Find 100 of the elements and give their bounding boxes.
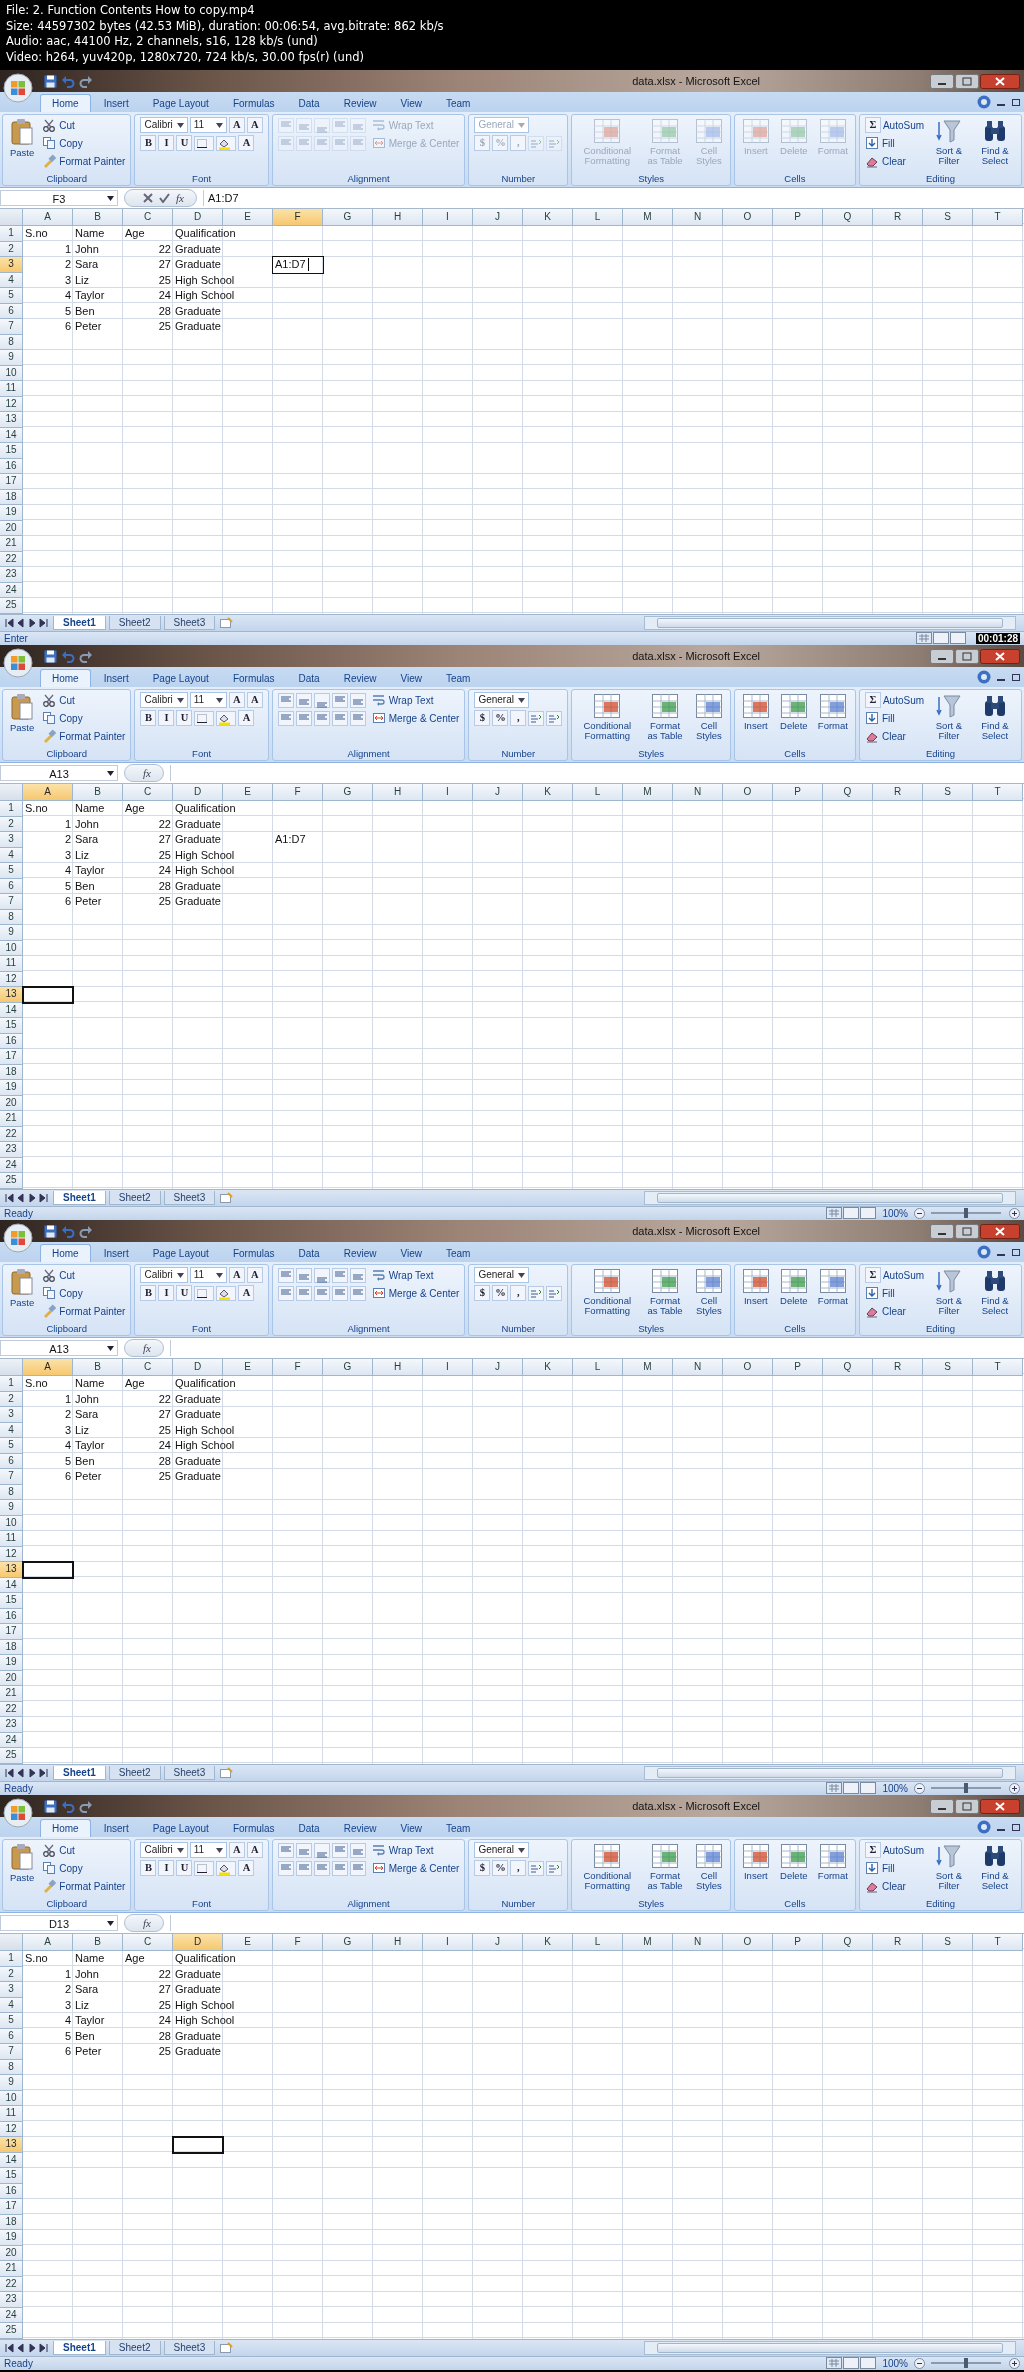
- align-lines-icon[interactable]: [277, 692, 294, 708]
- active-cell-border[interactable]: [22, 1561, 74, 1579]
- dropdown-field[interactable]: 11: [189, 692, 227, 708]
- font-style-button[interactable]: B: [140, 710, 157, 726]
- horizontal-scrollbar[interactable]: [644, 1190, 1016, 1205]
- row-header[interactable]: 1: [0, 1376, 23, 1392]
- row-header[interactable]: 11: [0, 1531, 23, 1547]
- name-box[interactable]: D13: [0, 1915, 118, 1931]
- maximize-icon[interactable]: [955, 73, 979, 89]
- column-header[interactable]: J: [473, 209, 523, 226]
- row-header[interactable]: 9: [0, 1500, 23, 1516]
- column-header[interactable]: F: [273, 784, 323, 801]
- font-style-button[interactable]: A: [246, 1267, 263, 1283]
- ribbon-button[interactable]: Merge & Center: [371, 1286, 460, 1300]
- close-icon[interactable]: [980, 1798, 1020, 1814]
- ribbon-button[interactable]: Fill: [864, 711, 895, 725]
- ribbon-button[interactable]: Merge & Center: [371, 1861, 460, 1875]
- align-lines-icon[interactable]: [331, 1267, 348, 1283]
- zoom-out-icon[interactable]: [914, 1782, 925, 1794]
- row-header[interactable]: 15: [0, 1593, 23, 1609]
- font-style-button[interactable]: B: [140, 1860, 157, 1876]
- align-lines-icon[interactable]: [295, 1285, 312, 1301]
- column-header[interactable]: M: [623, 784, 673, 801]
- column-header[interactable]: A: [23, 209, 73, 226]
- zoom-level-text[interactable]: 100%: [882, 1782, 908, 1794]
- horizontal-scrollbar[interactable]: [644, 2340, 1016, 2355]
- minimize-icon[interactable]: [930, 73, 954, 89]
- zoom-out-icon[interactable]: [914, 1207, 925, 1219]
- align-lines-icon[interactable]: [277, 1860, 294, 1876]
- column-header[interactable]: B: [73, 1359, 123, 1376]
- ribbon-button[interactable]: Fill: [864, 1861, 895, 1875]
- column-header[interactable]: S: [923, 1934, 973, 1951]
- ribbon-button[interactable]: AutoSum: [882, 1844, 925, 1856]
- save-icon[interactable]: [44, 74, 57, 88]
- dropdown-field[interactable]: 11: [189, 1842, 227, 1858]
- column-header[interactable]: R: [873, 1359, 923, 1376]
- font-style-button[interactable]: U: [176, 1860, 193, 1876]
- font-style-button[interactable]: B: [140, 135, 157, 151]
- font-style-button[interactable]: A: [238, 1860, 255, 1876]
- help-icon[interactable]: [977, 670, 991, 684]
- ribbon-button[interactable]: Cut: [42, 1843, 75, 1857]
- number-style-button[interactable]: %: [492, 1860, 509, 1876]
- select-all-button[interactable]: [0, 1359, 23, 1376]
- column-header[interactable]: C: [123, 209, 173, 226]
- ribbon-tab[interactable]: Formulas: [221, 1245, 286, 1262]
- ribbon-button[interactable]: Format Painter: [42, 729, 126, 743]
- sheet-tab[interactable]: Sheet1: [53, 1765, 106, 1780]
- column-header[interactable]: P: [773, 784, 823, 801]
- column-header[interactable]: P: [773, 209, 823, 226]
- dropdown-field[interactable]: General: [474, 1842, 529, 1858]
- align-lines-icon[interactable]: [349, 1842, 366, 1858]
- sheet-tab[interactable]: Sheet2: [108, 1190, 161, 1205]
- align-lines-icon[interactable]: [313, 1267, 330, 1283]
- font-style-button[interactable]: I: [158, 1860, 175, 1876]
- ribbon-button[interactable]: Cut: [42, 693, 75, 707]
- ribbon-button[interactable]: Wrap Text: [371, 1843, 434, 1857]
- fill-color-icon[interactable]: [216, 710, 237, 726]
- minimize-icon[interactable]: [930, 1798, 954, 1814]
- ribbon-button[interactable]: Format Painter: [42, 1304, 126, 1318]
- redo-icon[interactable]: [79, 649, 93, 663]
- sheet-tab[interactable]: Sheet1: [53, 1190, 106, 1205]
- column-header[interactable]: L: [573, 1934, 623, 1951]
- ribbon-button[interactable]: AutoSum: [882, 694, 925, 706]
- align-lines-icon[interactable]: [331, 1285, 348, 1301]
- font-style-button[interactable]: U: [176, 135, 193, 151]
- row-header[interactable]: 5: [0, 1438, 23, 1454]
- ribbon-button[interactable]: Insert: [739, 1267, 772, 1307]
- zoom-in-icon[interactable]: [1009, 1207, 1020, 1219]
- ribbon-button[interactable]: Cell Styles: [692, 692, 725, 742]
- align-lines-icon[interactable]: [313, 1842, 330, 1858]
- row-header[interactable]: 15: [0, 443, 23, 459]
- sheet-tab[interactable]: Sheet1: [53, 2340, 106, 2355]
- sheet-navigation-icon[interactable]: [4, 2341, 50, 2354]
- insert-function-button[interactable]: fx: [176, 192, 184, 204]
- redo-icon[interactable]: [79, 74, 93, 88]
- row-header[interactable]: 19: [0, 505, 23, 521]
- ribbon-button[interactable]: Paste: [8, 692, 37, 734]
- column-header[interactable]: E: [223, 1359, 273, 1376]
- ribbon-tab[interactable]: Formulas: [221, 1820, 286, 1837]
- fill-color-icon[interactable]: [216, 1285, 237, 1301]
- redo-icon[interactable]: [79, 1799, 93, 1813]
- column-header[interactable]: K: [523, 209, 573, 226]
- select-all-button[interactable]: [0, 1934, 23, 1951]
- column-header[interactable]: L: [573, 209, 623, 226]
- select-all-button[interactable]: [0, 209, 23, 226]
- align-lines-icon[interactable]: [313, 692, 330, 708]
- name-box[interactable]: F3: [0, 190, 118, 206]
- row-header[interactable]: 11: [0, 956, 23, 972]
- row-header[interactable]: 25: [0, 1173, 23, 1189]
- column-header[interactable]: H: [373, 784, 423, 801]
- help-icon[interactable]: [977, 1820, 991, 1834]
- column-header[interactable]: Q: [823, 784, 873, 801]
- ribbon-button[interactable]: Fill: [864, 136, 895, 150]
- view-buttons-icon[interactable]: [826, 1782, 877, 1795]
- close-icon[interactable]: [980, 1223, 1020, 1239]
- zoom-level-text[interactable]: 100%: [882, 2357, 908, 2369]
- font-style-button[interactable]: U: [176, 710, 193, 726]
- dropdown-field[interactable]: Calibri: [140, 117, 188, 133]
- ribbon-tab[interactable]: Insert: [92, 95, 140, 112]
- align-lines-icon[interactable]: [331, 692, 348, 708]
